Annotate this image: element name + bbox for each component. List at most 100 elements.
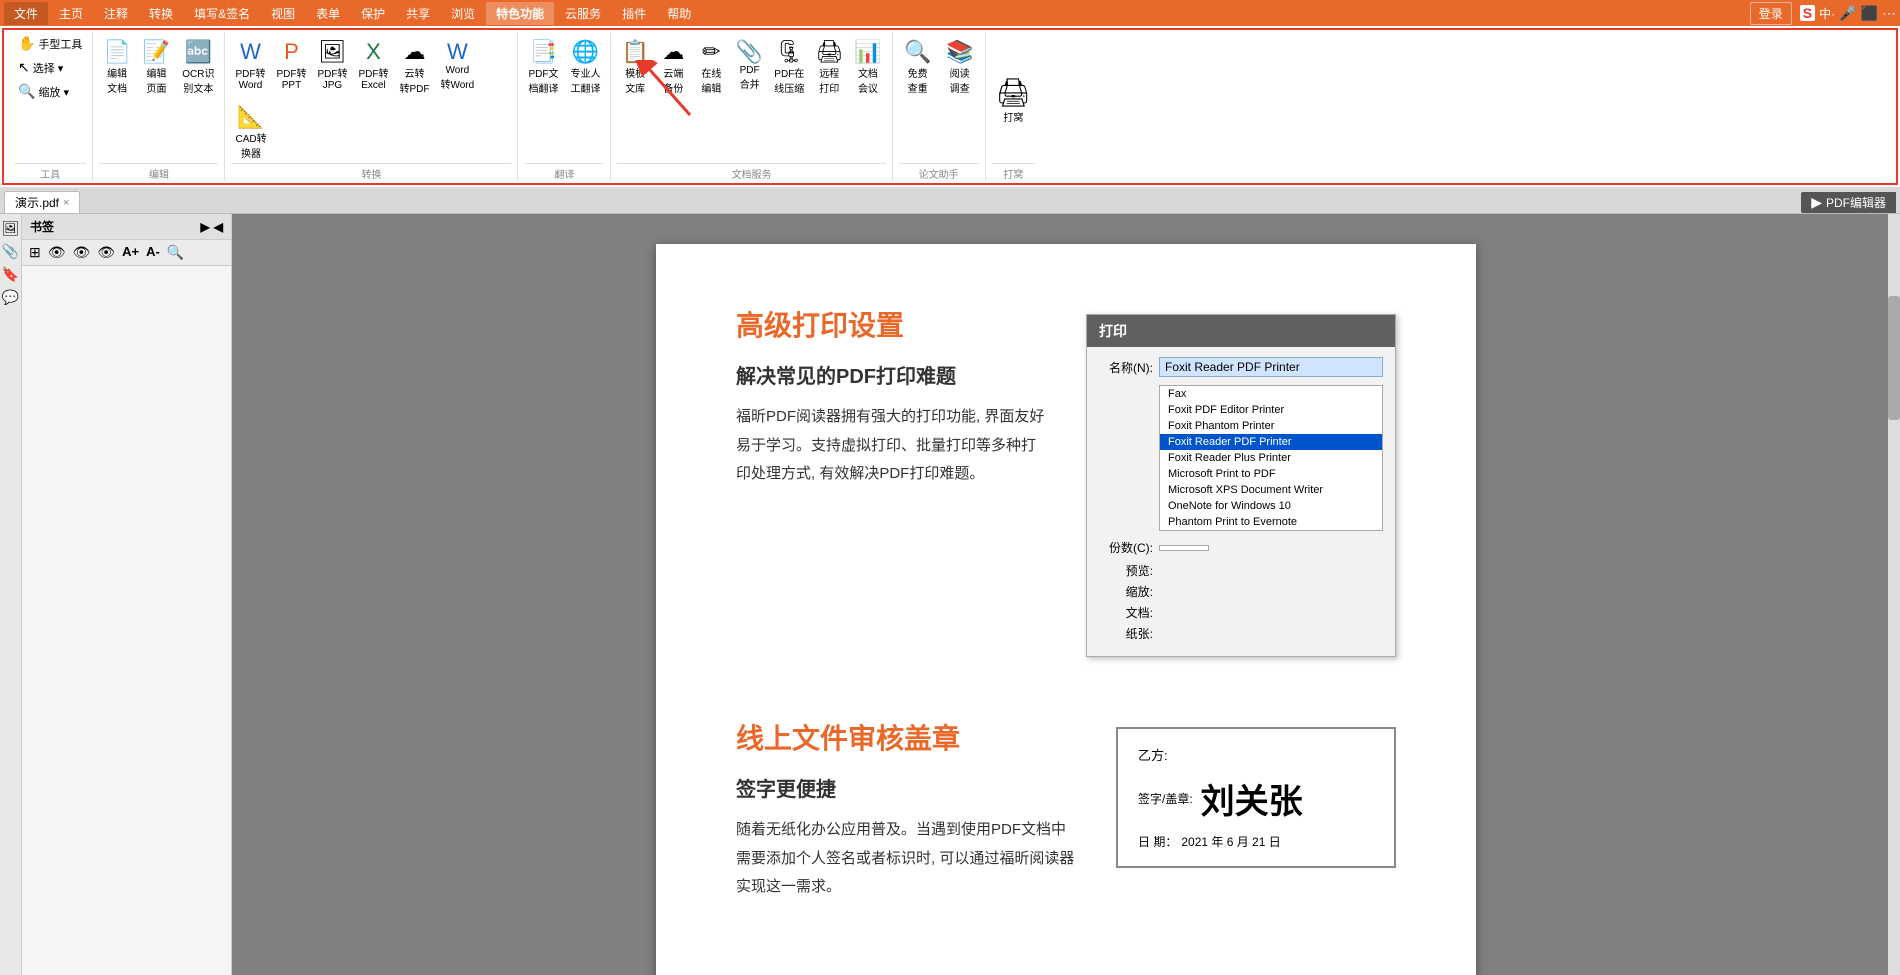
ribbon-btn-remote-print[interactable]: 🖨 远程打印: [811, 36, 847, 98]
printer-item-onenote[interactable]: OneNote for Windows 10: [1160, 498, 1382, 514]
content-area: 高级打印设置 解决常见的PDF打印难题 福昕PDF阅读器拥有强大的打印功能, 界…: [232, 214, 1900, 975]
login-button[interactable]: 登录: [1750, 2, 1792, 25]
ribbon-content: ✋手型工具 ↖选择 ▾ 🔍缩放 ▾ 工具 📄 编辑文档: [2, 28, 1898, 185]
ribbon-btn-cloud-backup[interactable]: ☁ 云端备份: [656, 36, 691, 98]
menu-tab-convert[interactable]: 转换: [139, 2, 183, 25]
document-page: 高级打印设置 解决常见的PDF打印难题 福昕PDF阅读器拥有强大的打印功能, 界…: [656, 244, 1476, 975]
menu-tab-special[interactable]: 特色功能: [486, 2, 554, 25]
ribbon-btn-online-edit[interactable]: ✏ 在线编辑: [694, 36, 729, 98]
ribbon-btn-zoom[interactable]: 🔍缩放 ▾: [14, 80, 86, 103]
sig-party-row: 乙方:: [1138, 745, 1374, 764]
sidebar-tool-eye2[interactable]: 👁: [71, 243, 93, 262]
print-dialog-title: 打印: [1087, 315, 1395, 347]
signature-box: 乙方: 签字/盖章: 刘关张 日 期： 2021 年 6 月 21 日: [1116, 727, 1396, 868]
ribbon-group-label-doc-services: 文档服务: [617, 163, 885, 181]
ribbon-group-label-academic: 论文助手: [899, 163, 979, 181]
section2-body: 随着无纸化办公应用普及。当遇到使用PDF文档中需要添加个人签名或者标识时, 可以…: [736, 816, 1076, 902]
print-copies-row: 份数(C):: [1099, 539, 1383, 556]
sidebar-icon-comment[interactable]: 💬: [2, 289, 19, 306]
ribbon-group-label-translate: 翻译: [524, 163, 604, 181]
menu-tab-browse[interactable]: 浏览: [441, 2, 485, 25]
print-copies-input[interactable]: [1159, 545, 1209, 551]
doc-tab[interactable]: 演示.pdf ×: [4, 191, 80, 213]
ribbon-btn-word-word[interactable]: W Word转Word: [436, 36, 478, 94]
ribbon-btn-print[interactable]: 🖨 打窝: [992, 73, 1036, 127]
printer-item-foxit-plus[interactable]: Foxit Reader Plus Printer: [1160, 450, 1382, 466]
print-paper-label: 纸张:: [1099, 625, 1159, 642]
ribbon-btn-pdf-jpg[interactable]: 🖼 PDF转JPG: [313, 36, 351, 94]
sig-date-label: 日 期：: [1138, 833, 1177, 850]
sidebar-toolbar: ⊞ 👁 👁 👁 A+ A- 🔍: [22, 240, 231, 266]
sig-date-value: 2021 年 6 月 21 日: [1181, 833, 1280, 850]
printer-item-ms-pdf[interactable]: Microsoft Print to PDF: [1160, 466, 1382, 482]
print-preview-label: 预览:: [1099, 562, 1159, 579]
sidebar-expand-icon[interactable]: ▶: [201, 220, 210, 234]
menu-tab-annotation[interactable]: 注释: [94, 2, 138, 25]
ribbon-btn-edit-page[interactable]: 📝 编辑页面: [139, 36, 174, 98]
ribbon-group-academic: 🔍 免费查重 📚 阅读调查 论文助手: [893, 32, 986, 181]
ribbon-btn-cloud-pdf[interactable]: ☁ 云转转PDF: [395, 36, 433, 98]
sidebar-tool-add[interactable]: ⊞: [27, 243, 43, 262]
ribbon-btn-pdf-word[interactable]: W PDF转Word: [231, 36, 269, 94]
print-printer-list[interactable]: Fax Foxit PDF Editor Printer Foxit Phant…: [1159, 385, 1383, 531]
menu-tab-share[interactable]: 共享: [396, 2, 440, 25]
ribbon-btn-ocr[interactable]: 🔤 OCR识别文本: [178, 36, 218, 98]
ribbon-btn-check-dup[interactable]: 🔍 免费查重: [899, 36, 937, 98]
print-preview-row: 预览:: [1099, 562, 1383, 579]
print-copies-label: 份数(C):: [1099, 539, 1159, 556]
printer-item-foxit-phantom[interactable]: Foxit Phantom Printer: [1160, 418, 1382, 434]
ribbon-btn-reading-survey[interactable]: 📚 阅读调查: [941, 36, 979, 98]
sidebar-tool-eye1[interactable]: 👁: [46, 243, 68, 262]
ribbon-btn-cad[interactable]: 📐 CAD转换器: [231, 101, 270, 163]
printer-item-fax[interactable]: Fax: [1160, 386, 1382, 402]
ribbon-btn-doc-meeting[interactable]: 📊 文档会议: [850, 36, 885, 98]
sidebar-collapse-icon[interactable]: ◀: [214, 220, 223, 234]
ribbon-group-translate: 📑 PDF文档翻译 🌐 专业人工翻译 翻译: [518, 32, 611, 181]
section-sign-text: 线上文件审核盖章 签字更便捷 随着无纸化办公应用普及。当遇到使用PDF文档中需要…: [736, 717, 1076, 902]
ribbon-btn-compress[interactable]: 🗜 PDF在线压缩: [770, 36, 808, 98]
printer-item-ms-xps[interactable]: Microsoft XPS Document Writer: [1160, 482, 1382, 498]
sidebar-tool-font-decrease[interactable]: A-: [144, 243, 162, 262]
print-name-row: 名称(N): Foxit Reader PDF Printer: [1099, 357, 1383, 377]
section1-title: 高级打印设置: [736, 304, 1046, 344]
menu-tab-plugin[interactable]: 插件: [612, 2, 656, 25]
ribbon-btn-pdf-translate[interactable]: 📑 PDF文档翻译: [524, 36, 562, 98]
scrollbar[interactable]: [1888, 214, 1900, 975]
ribbon-btn-select[interactable]: ↖选择 ▾: [14, 56, 86, 79]
menu-tab-home[interactable]: 主页: [49, 2, 93, 25]
menu-tab-help[interactable]: 帮助: [657, 2, 701, 25]
menu-tab-sign[interactable]: 填写&签名: [184, 2, 260, 25]
sidebar-icon-bookmark[interactable]: 🔖: [2, 266, 19, 283]
print-zoom-label: 缩放:: [1099, 583, 1159, 600]
menu-tab-protect[interactable]: 保护: [351, 2, 395, 25]
close-tab-button[interactable]: ×: [63, 197, 69, 209]
ribbon-btn-pdf-excel[interactable]: X PDF转Excel: [354, 36, 392, 94]
sig-name-label: 签字/盖章:: [1138, 790, 1193, 807]
scroll-thumb[interactable]: [1888, 296, 1900, 419]
ribbon-btn-hand[interactable]: ✋手型工具: [14, 32, 86, 55]
ribbon-btn-edit-doc[interactable]: 📄 编辑文档: [99, 36, 134, 98]
printer-item-foxit-reader-selected[interactable]: Foxit Reader PDF Printer: [1160, 434, 1382, 450]
ribbon-group-label-edit: 编辑: [99, 163, 218, 181]
sidebar-icon-thumbnail[interactable]: 🖼: [2, 220, 20, 237]
sidebar-tool-font-increase[interactable]: A+: [120, 243, 141, 262]
ribbon-btn-pdf-ppt[interactable]: P PDF转PPT: [272, 36, 310, 94]
menu-tab-cloud[interactable]: 云服务: [555, 2, 611, 25]
menu-tab-view[interactable]: 视图: [261, 2, 305, 25]
sidebar-tool-eye3[interactable]: 👁: [95, 243, 117, 262]
sidebar-panel: 书签 ▶ ◀ ⊞ 👁 👁 👁 A+ A- 🔍: [22, 214, 232, 975]
sidebar-tool-search[interactable]: 🔍: [165, 243, 186, 262]
print-doc-label: 文档:: [1099, 604, 1159, 621]
print-name-input[interactable]: Foxit Reader PDF Printer: [1159, 357, 1383, 377]
sig-name-value: 刘关张: [1201, 774, 1303, 823]
menu-tab-file[interactable]: 文件: [4, 2, 48, 25]
printer-item-phantom-evernote[interactable]: Phantom Print to Evernote: [1160, 514, 1382, 530]
ribbon-btn-pdf-merge[interactable]: 📎 PDF合并: [732, 36, 767, 94]
menu-tab-form[interactable]: 表单: [306, 2, 350, 25]
printer-item-foxit-editor[interactable]: Foxit PDF Editor Printer: [1160, 402, 1382, 418]
ribbon-btn-pro-translate[interactable]: 🌐 专业人工翻译: [566, 36, 604, 98]
ribbon-btn-template[interactable]: 📋 模板文库: [617, 36, 652, 98]
section2-subtitle: 签字更便捷: [736, 773, 1076, 802]
signature-box-container: 乙方: 签字/盖章: 刘关张 日 期： 2021 年 6 月 21 日: [1116, 727, 1396, 868]
sidebar-icon-attachment[interactable]: 📎: [2, 243, 19, 260]
